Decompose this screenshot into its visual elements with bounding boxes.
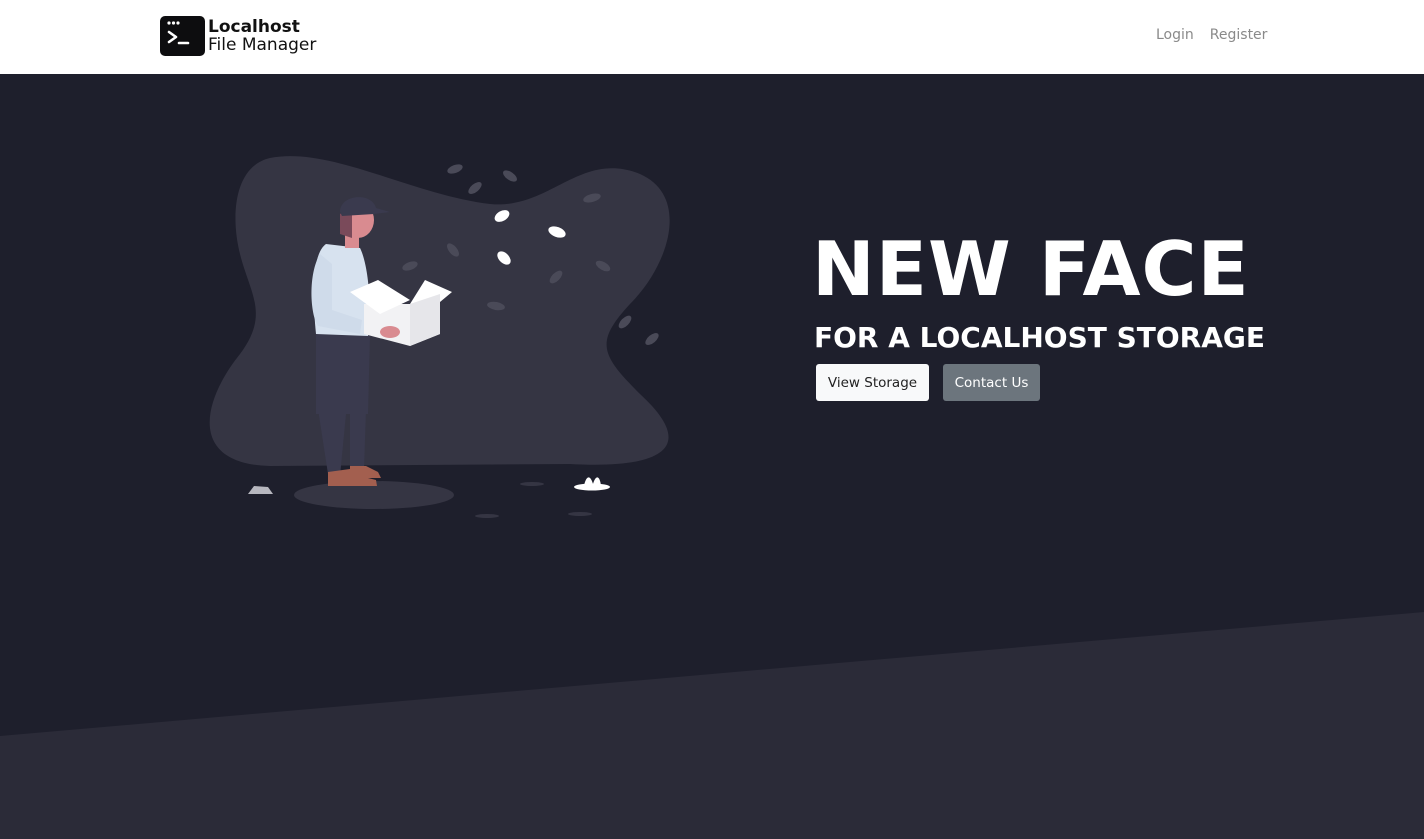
person-with-box-illustration bbox=[209, 156, 670, 518]
view-storage-button[interactable]: View Storage bbox=[816, 364, 929, 401]
nav-links: Login Register bbox=[1148, 27, 1275, 43]
hero-subheadline: FOR A LOCALHOST STORAGE bbox=[814, 321, 1266, 354]
brand-title: Localhost bbox=[208, 17, 300, 37]
brand-logo-link[interactable]: Localhost File Manager bbox=[160, 16, 316, 56]
navbar: Localhost File Manager Login Register bbox=[0, 0, 1424, 74]
brand-name: Localhost File Manager bbox=[208, 18, 316, 54]
brand-subtitle: File Manager bbox=[208, 35, 317, 55]
terminal-icon bbox=[160, 16, 205, 56]
hero-section: NEW FACE FOR A LOCALHOST STORAGE View St… bbox=[0, 74, 1424, 839]
login-link[interactable]: Login bbox=[1148, 27, 1202, 43]
hero-headline: NEW FACE bbox=[812, 225, 1250, 313]
register-link[interactable]: Register bbox=[1202, 27, 1276, 43]
contact-us-button[interactable]: Contact Us bbox=[943, 364, 1040, 401]
